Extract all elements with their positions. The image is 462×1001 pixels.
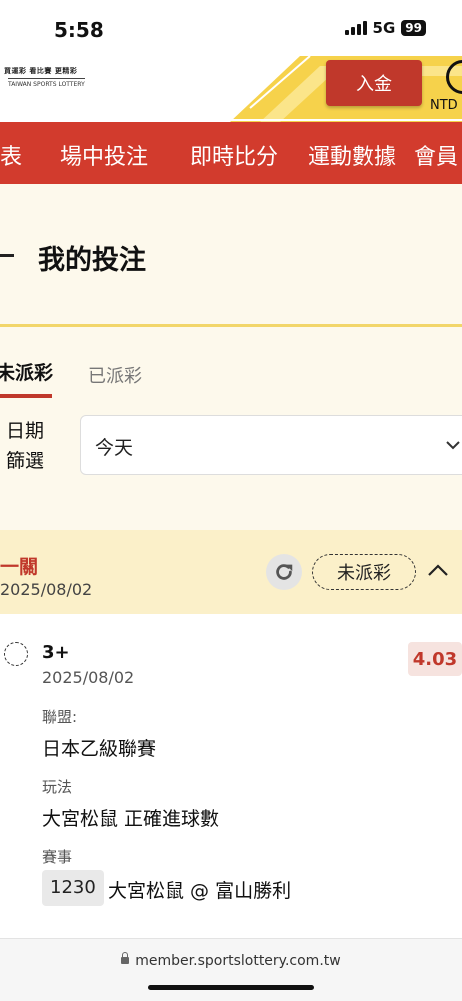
filter-label-line1: 日期 [6, 420, 45, 442]
bet-status-badge: 未派彩 [312, 554, 416, 590]
battery-icon: 99 [401, 20, 426, 36]
network-type: 5G [372, 19, 396, 37]
date-filter-select[interactable]: 今天 [80, 415, 462, 475]
tab-unsettled[interactable]: 未派彩 [0, 358, 53, 385]
section-divider [0, 324, 462, 327]
page-title: 我的投注 [38, 245, 146, 276]
refresh-icon [276, 564, 293, 580]
date-filter-label: 日期 篩選 [6, 416, 44, 476]
logo-slogan[interactable]: 買運彩 看比賽 更精彩 [4, 66, 77, 76]
title-section: 我的投注 [0, 184, 462, 324]
nav-item-sports-data[interactable]: 運動數據 [308, 139, 396, 171]
refresh-button[interactable] [266, 554, 302, 590]
tab-settled[interactable]: 已派彩 [88, 362, 142, 388]
main-nav: 賽表 場中投注 即時比分 運動數據 會員 [0, 122, 462, 184]
nav-item-member[interactable]: 會員 [414, 139, 458, 171]
title-dash [0, 254, 14, 257]
chevron-up-icon[interactable] [426, 560, 450, 580]
bet-date: 2025/08/02 [0, 580, 93, 599]
selection-date: 2025/08/02 [42, 668, 135, 687]
bet-card-header[interactable]: 一關 2025/08/02 未派彩 [0, 530, 462, 614]
nav-item-live-scores[interactable]: 即時比分 [190, 139, 278, 171]
chevron-down-icon [446, 441, 460, 450]
odds-badge: 4.03 [408, 642, 462, 676]
currency-label: NTD [430, 98, 458, 113]
status-indicators: 5G 99 [344, 19, 426, 37]
home-indicator[interactable] [148, 985, 314, 990]
url-text: member.sportslottery.com.tw [135, 953, 341, 969]
pending-status-icon [4, 642, 28, 666]
signal-icon [344, 21, 367, 35]
site-header: 買運彩 看比賽 更精彩 TAIWAN SPORTS LOTTERY 入金 NTD [0, 56, 462, 122]
match-name: 大宮松鼠 @ 富山勝利 [108, 880, 292, 902]
status-time: 5:58 [54, 18, 104, 42]
browser-bottom-bar: member.sportslottery.com.tw [0, 938, 462, 1001]
date-filter-value: 今天 [95, 437, 134, 459]
deposit-button[interactable]: 入金 [326, 60, 422, 106]
match-id-badge: 1230 [42, 870, 104, 906]
league-label: 聯盟: [42, 708, 78, 726]
tab-active-indicator [0, 394, 52, 398]
market-label: 玩法 [42, 778, 73, 796]
lock-icon [121, 952, 130, 964]
market-value: 大宮松鼠 正確進球數 [42, 808, 220, 830]
nav-item-live-betting[interactable]: 場中投注 [60, 139, 148, 171]
logo-subtitle: TAIWAN SPORTS LOTTERY [8, 78, 85, 88]
event-label: 賽事 [42, 848, 73, 866]
status-bar: 5:58 5G 99 [0, 0, 462, 56]
bet-selection: 3+ [42, 642, 70, 663]
url-bar[interactable]: member.sportslottery.com.tw [0, 952, 462, 969]
filter-label-line2: 篩選 [6, 450, 45, 472]
bet-card-body: 3+ 2025/08/02 4.03 聯盟: 日本乙級聯賽 玩法 大宮松鼠 正確… [0, 614, 462, 938]
league-value: 日本乙級聯賽 [42, 738, 157, 760]
bet-type: 一關 [0, 556, 39, 578]
nav-item-schedule[interactable]: 賽表 [0, 139, 22, 171]
